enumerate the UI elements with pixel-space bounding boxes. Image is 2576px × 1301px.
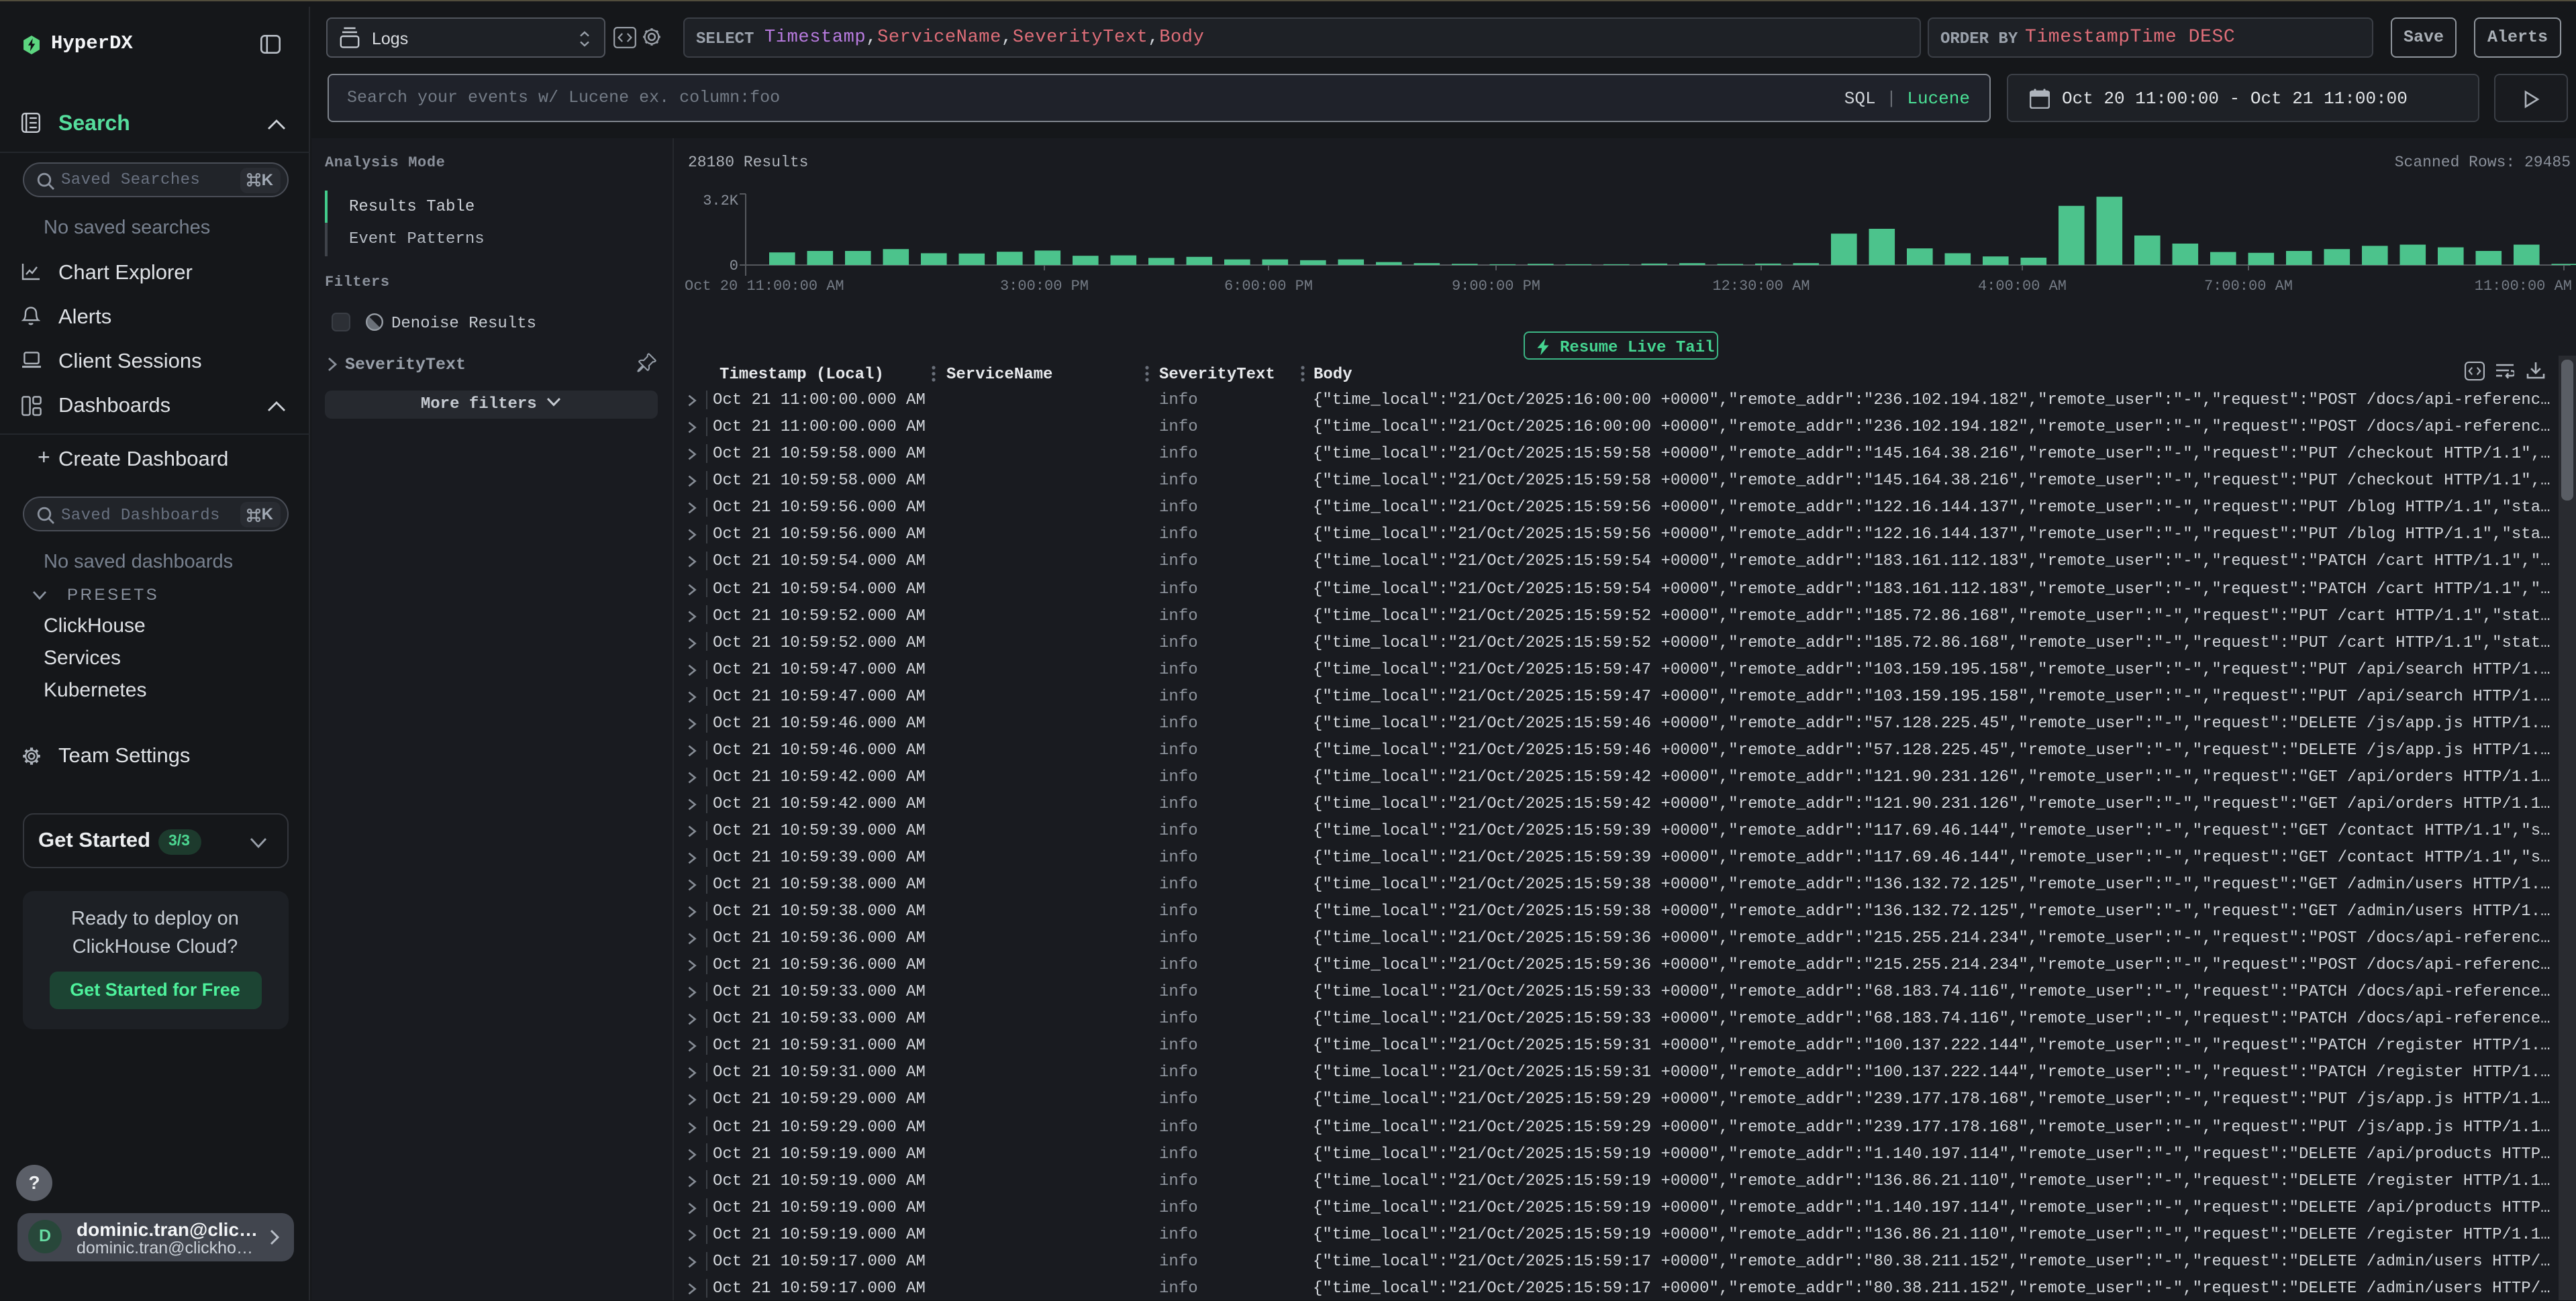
svg-text:11:00:00 AM: 11:00:00 AM [2475, 278, 2572, 295]
svg-text:4:00:00 AM: 4:00:00 AM [1978, 278, 2067, 295]
svg-text:7:00:00 AM: 7:00:00 AM [2204, 278, 2293, 295]
svg-text:9:00:00 PM: 9:00:00 PM [1452, 278, 1540, 295]
svg-text:6:00:00 PM: 6:00:00 PM [1224, 278, 1313, 295]
svg-text:3:00:00 PM: 3:00:00 PM [1000, 278, 1089, 295]
svg-text:Oct 20 11:00:00 AM: Oct 20 11:00:00 AM [685, 278, 844, 295]
svg-text:12:30:00 AM: 12:30:00 AM [1712, 278, 1810, 295]
svg-text:3.2K: 3.2K [703, 193, 739, 209]
svg-text:0: 0 [730, 258, 738, 274]
